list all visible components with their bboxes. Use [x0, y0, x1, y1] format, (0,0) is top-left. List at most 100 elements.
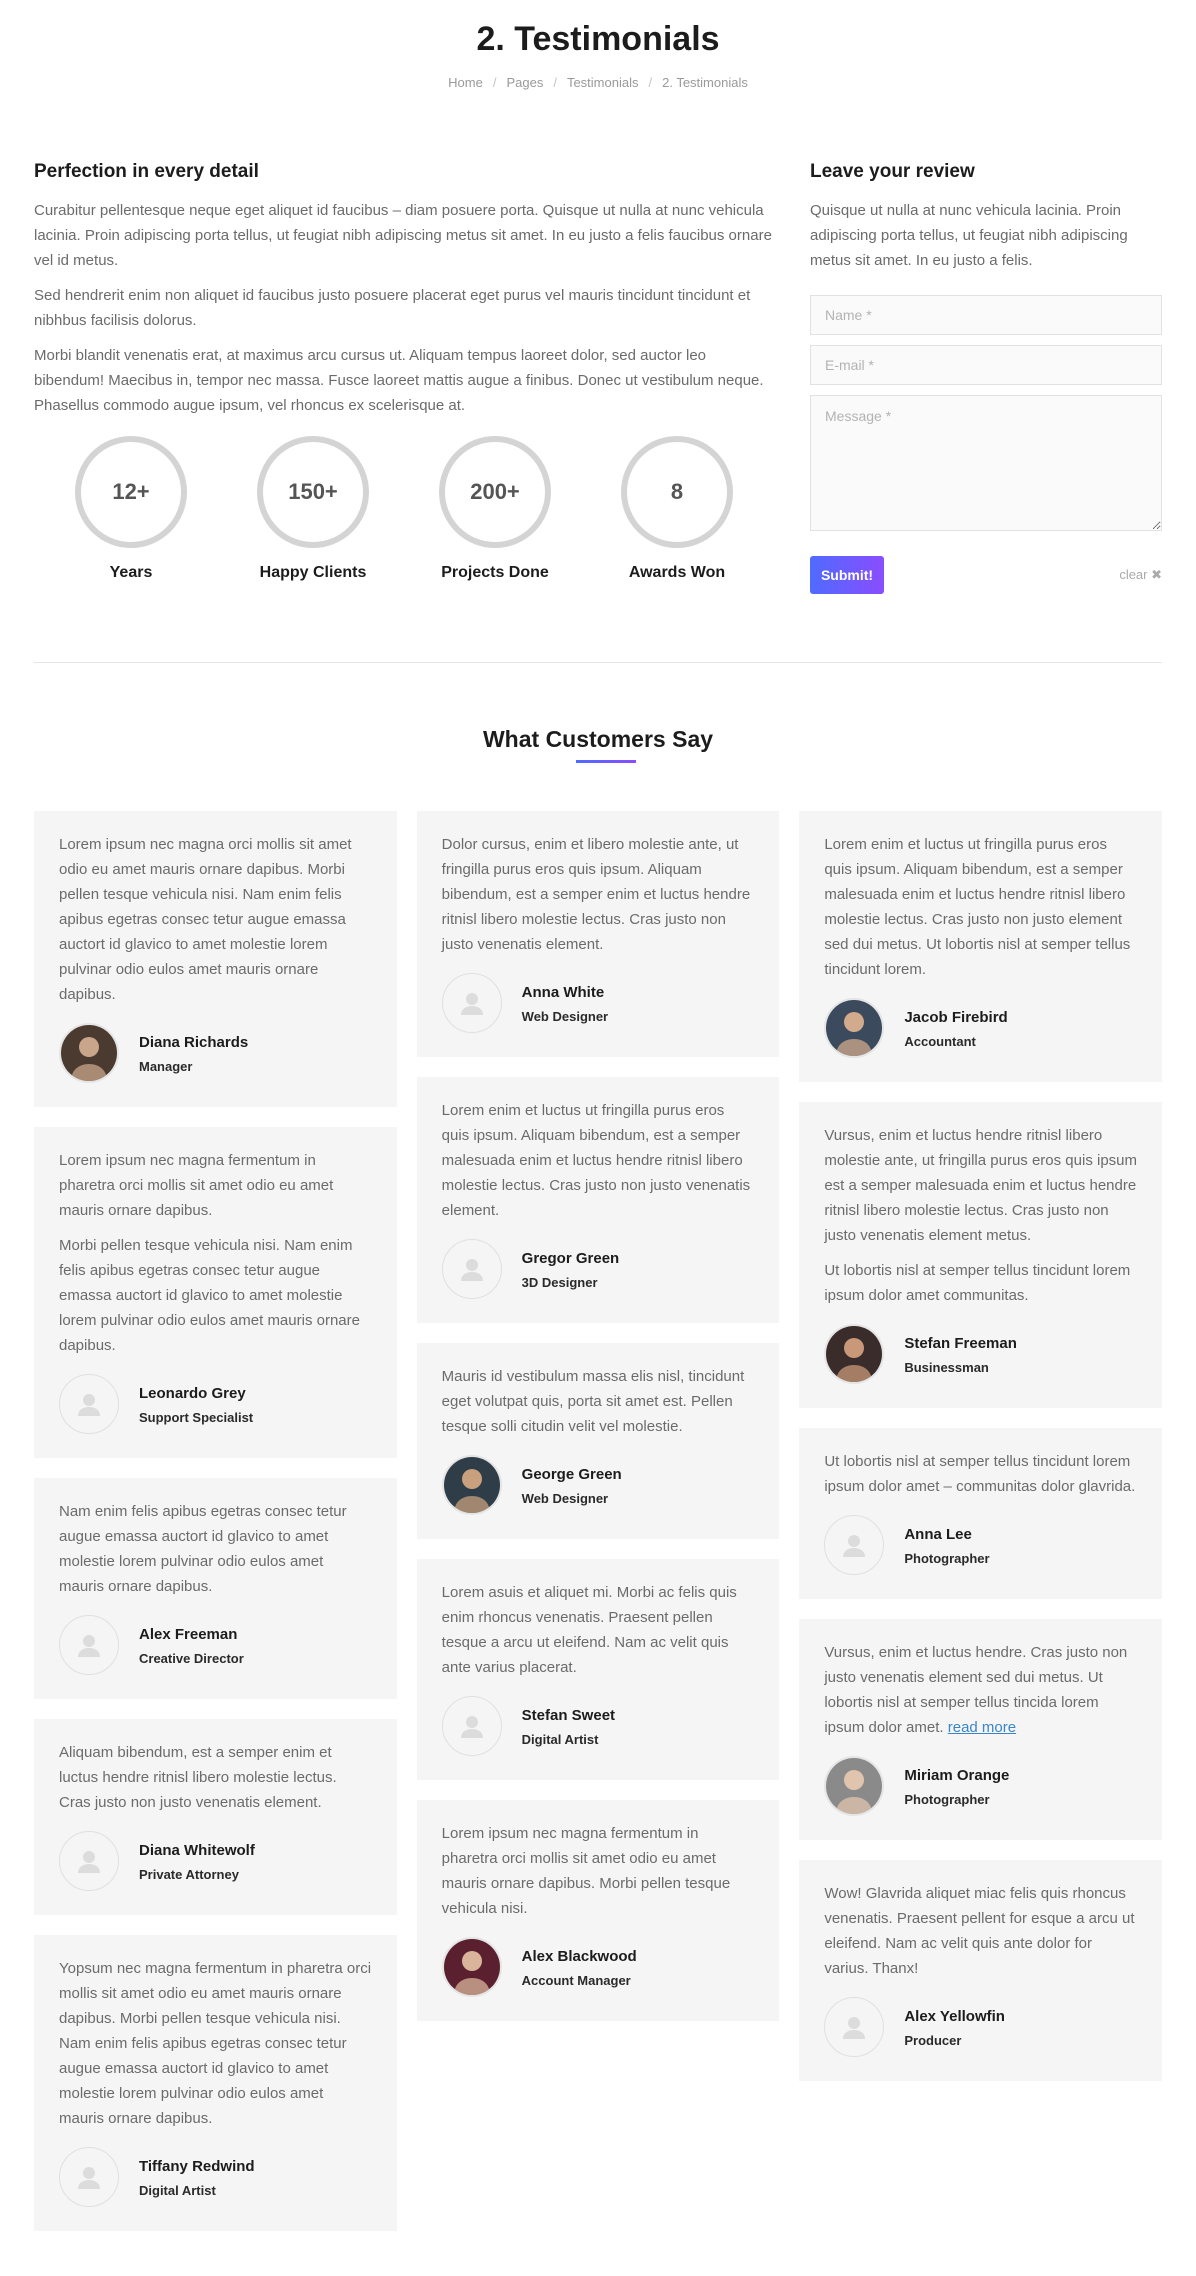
- testimonial-text: Mauris id vestibulum massa elis nisl, ti…: [442, 1364, 755, 1439]
- author-role: Private Attorney: [139, 1866, 239, 1882]
- submit-button[interactable]: Submit!: [810, 556, 884, 594]
- author-info: Leonardo Grey Support Specialist: [139, 1384, 253, 1425]
- testimonial-author: George Green Web Designer: [441, 1455, 755, 1515]
- testimonial-text-content: Yopsum nec magna fermentum in pharetra o…: [59, 1960, 372, 2127]
- breadcrumb-current: 2. Testimonials: [662, 75, 748, 90]
- author-role: 3D Designer: [521, 1274, 598, 1290]
- testimonial-card: Lorem ipsum nec magna orci mollis sit am…: [34, 811, 397, 1107]
- testimonial-text-content: Dolor cursus, enim et libero molestie an…: [441, 836, 751, 953]
- read-more-link[interactable]: read more: [948, 1719, 1016, 1736]
- avatar: [441, 1455, 502, 1515]
- name-input[interactable]: [810, 295, 1162, 335]
- testimonial-card: Lorem enim et luctus ut fringilla purus …: [799, 811, 1163, 1082]
- section-divider: [34, 662, 1162, 663]
- form-actions: Submit! clear ✖: [810, 556, 1162, 594]
- stat-awards-won: 8 Awards Won: [602, 436, 752, 582]
- author-name: Anna White: [521, 983, 605, 1001]
- testimonial-text-content: Aliquam bibendum, est a semper enim et l…: [59, 1744, 337, 1811]
- testimonial-author: Stefan Sweet Digital Artist: [441, 1696, 755, 1756]
- author-role: Web Designer: [521, 1490, 609, 1506]
- testimonial-author: Anna White Web Designer: [441, 973, 755, 1033]
- user-placeholder-icon: [59, 1374, 119, 1434]
- author-info: Miriam Orange Photographer: [904, 1766, 1009, 1807]
- testimonial-card: Aliquam bibendum, est a semper enim et l…: [34, 1719, 397, 1915]
- author-info: Stefan Freeman Businessman: [904, 1334, 1017, 1375]
- testimonial-text-content: Lorem asuis et aliquet mi. Morbi ac feli…: [441, 1584, 737, 1676]
- user-placeholder-icon: [824, 1997, 885, 2057]
- testimonial-card: Vursus, enim et luctus hendre. Cras just…: [799, 1619, 1163, 1840]
- heading-underline: [576, 760, 636, 763]
- testimonial-author: Diana Whitewolf Private Attorney: [59, 1831, 372, 1891]
- avatar: [824, 1324, 885, 1384]
- author-name: Gregor Green: [521, 1249, 620, 1267]
- user-placeholder-icon: [59, 2147, 119, 2207]
- testimonial-author: Tiffany Redwind Digital Artist: [59, 2147, 372, 2207]
- author-role: Digital Artist: [521, 1731, 599, 1747]
- breadcrumb-pages[interactable]: Pages: [506, 75, 543, 90]
- testimonial-text: Nam enim felis apibus egetras consec tet…: [59, 1499, 372, 1599]
- testimonial-author: Alex Blackwood Account Manager: [441, 1937, 755, 1997]
- testimonial-text-content: Lorem ipsum nec magna fermentum in phare…: [441, 1825, 731, 1917]
- author-info: Anna White Web Designer: [522, 983, 608, 1024]
- breadcrumb-testimonials[interactable]: Testimonials: [567, 75, 639, 90]
- stat-label: Happy Clients: [259, 564, 367, 581]
- testimonial-text-content: Lorem enim et luctus ut fringilla purus …: [824, 836, 1131, 978]
- intro-section: Perfection in every detail Curabitur pel…: [34, 160, 1162, 594]
- testimonial-card: Lorem enim et luctus ut fringilla purus …: [416, 1077, 780, 1323]
- author-info: Tiffany Redwind Digital Artist: [139, 2157, 255, 2198]
- author-info: Alex Freeman Creative Director: [139, 1625, 244, 1666]
- testimonial-text-content: Lorem ipsum nec magna orci mollis sit am…: [59, 836, 352, 1003]
- avatar: [824, 998, 885, 1058]
- testimonial-author: Alex Freeman Creative Director: [59, 1615, 372, 1675]
- testimonial-text-content: Morbi pellen tesque vehicula nisi. Nam e…: [59, 1237, 360, 1354]
- testimonial-column: Lorem ipsum nec magna orci mollis sit am…: [34, 811, 397, 2231]
- testimonial-text-content: Nam enim felis apibus egetras consec tet…: [59, 1503, 347, 1595]
- author-role: Businessman: [904, 1359, 989, 1375]
- testimonial-card: Dolor cursus, enim et libero molestie an…: [416, 811, 780, 1057]
- author-name: Diana Whitewolf: [139, 1841, 255, 1859]
- user-placeholder-icon: [824, 1515, 885, 1575]
- breadcrumb-home[interactable]: Home: [448, 75, 483, 90]
- testimonial-text-content: Vursus, enim et luctus hendre ritnisl li…: [824, 1127, 1137, 1244]
- author-info: Alex Blackwood Account Manager: [522, 1947, 637, 1988]
- testimonial-text: Ut lobortis nisl at semper tellus tincid…: [824, 1258, 1137, 1308]
- author-role: Web Designer: [521, 1008, 609, 1024]
- testimonial-text: Lorem ipsum nec magna fermentum in phare…: [442, 1821, 755, 1921]
- stat-label: Years: [109, 564, 153, 581]
- author-info: Gregor Green 3D Designer: [522, 1249, 620, 1290]
- testimonial-text: Lorem enim et luctus ut fringilla purus …: [442, 1098, 755, 1223]
- page-header: 2. Testimonials Home / Pages / Testimoni…: [0, 0, 1196, 90]
- message-input[interactable]: [810, 395, 1162, 531]
- testimonial-text: Morbi pellen tesque vehicula nisi. Nam e…: [59, 1233, 372, 1358]
- testimonial-text: Wow! Glavrida aliquet miac felis quis rh…: [824, 1881, 1137, 1981]
- stat-projects-done: 200+ Projects Done: [420, 436, 570, 582]
- about-paragraph: Curabitur pellentesque neque eget alique…: [34, 202, 772, 269]
- testimonial-text: Lorem ipsum nec magna orci mollis sit am…: [59, 832, 372, 1007]
- testimonial-text-content: Ut lobortis nisl at semper tellus tincid…: [824, 1262, 1131, 1304]
- testimonial-author: Leonardo Grey Support Specialist: [59, 1374, 372, 1434]
- author-role: Accountant: [904, 1033, 976, 1049]
- breadcrumb: Home / Pages / Testimonials / 2. Testimo…: [0, 75, 1196, 90]
- testimonial-card: Vursus, enim et luctus hendre ritnisl li…: [799, 1102, 1163, 1408]
- author-name: Diana Richards: [139, 1033, 249, 1051]
- testimonial-author: Anna Lee Photographer: [824, 1515, 1137, 1575]
- testimonial-text: Yopsum nec magna fermentum in pharetra o…: [59, 1956, 372, 2131]
- review-heading: Leave your review: [810, 161, 975, 182]
- author-name: Stefan Freeman: [904, 1334, 1017, 1352]
- stat-circle: 200+: [439, 436, 551, 548]
- avatar: [824, 1756, 885, 1816]
- stat-circle: 12+: [75, 436, 187, 548]
- author-name: Stefan Sweet: [521, 1706, 616, 1724]
- about-heading: Perfection in every detail: [34, 161, 259, 182]
- clear-button[interactable]: clear ✖: [1119, 567, 1162, 583]
- review-form: Leave your review Quisque ut nulla at nu…: [810, 160, 1162, 594]
- testimonial-text-content: Ut lobortis nisl at semper tellus tincid…: [824, 1453, 1136, 1495]
- testimonial-card: Yopsum nec magna fermentum in pharetra o…: [34, 1935, 397, 2231]
- testimonial-card: Wow! Glavrida aliquet miac felis quis rh…: [799, 1860, 1163, 2081]
- testimonial-text: Vursus, enim et luctus hendre ritnisl li…: [824, 1123, 1137, 1248]
- author-info: Diana Richards Manager: [139, 1033, 248, 1074]
- testimonial-text-content: Wow! Glavrida aliquet miac felis quis rh…: [824, 1885, 1135, 1977]
- email-input[interactable]: [810, 345, 1162, 385]
- author-name: Miriam Orange: [904, 1766, 1010, 1784]
- testimonial-text: Aliquam bibendum, est a semper enim et l…: [59, 1740, 372, 1815]
